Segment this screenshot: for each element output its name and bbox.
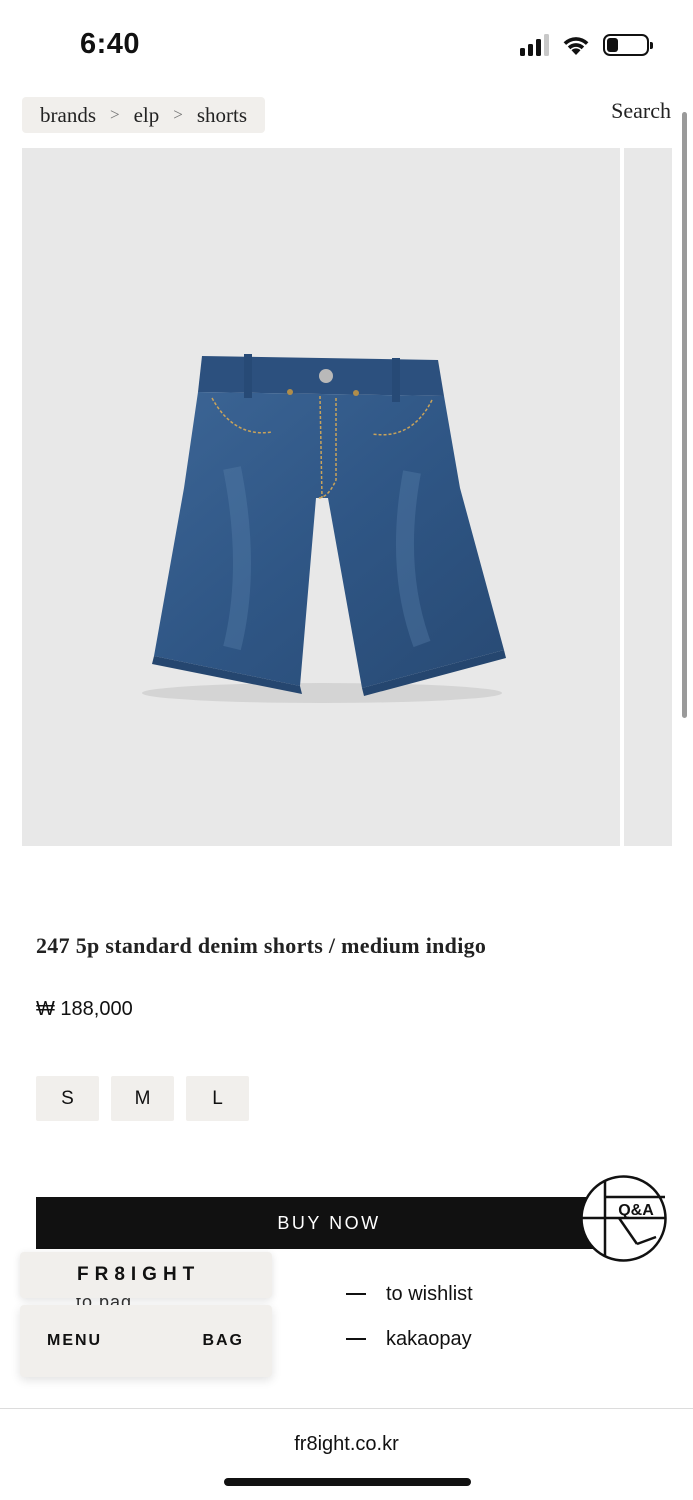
wishlist-label: to wishlist [386,1282,473,1305]
cellular-signal-icon [520,34,549,56]
status-time: 6:40 [80,28,141,60]
size-option-m[interactable]: M [111,1076,174,1121]
menu-button[interactable]: MENU [47,1332,102,1350]
buy-now-button[interactable]: BUY NOW [36,1197,622,1249]
breadcrumb-separator: > [173,105,183,124]
dash-icon [346,1338,366,1340]
size-option-l[interactable]: L [186,1076,249,1121]
home-indicator[interactable] [224,1478,471,1486]
floating-nav: MENU BAG [20,1305,272,1377]
status-icons [520,34,653,56]
breadcrumb-elp[interactable]: elp [134,103,160,128]
breadcrumb-shorts[interactable]: shorts [197,103,247,128]
scroll-indicator [682,112,687,718]
dash-icon [346,1293,366,1295]
battery-icon [603,34,653,56]
product-title: 247 5p standard denim shorts / medium in… [36,933,487,958]
search-link[interactable]: Search [611,98,671,124]
product-price: ₩ 188,000 [36,998,133,1020]
brand-logo-card[interactable]: FR8IGHT [20,1252,272,1298]
kakaopay-label: kakaopay [386,1327,472,1350]
size-selector: S M L [36,1076,249,1121]
breadcrumb: brands > elp > shorts [22,97,266,133]
qa-badge-label: Q&A [618,1202,654,1219]
kakaopay-link[interactable]: kakaopay [346,1325,473,1353]
wifi-icon [563,37,589,55]
size-option-s[interactable]: S [36,1076,99,1121]
next-image-preview[interactable] [624,148,672,846]
secondary-actions: to wishlist kakaopay [346,1280,473,1370]
product-image-gallery[interactable] [22,148,620,846]
brand-logo: FR8IGHT [77,1264,201,1285]
breadcrumb-brands[interactable]: brands [40,103,96,128]
qa-button[interactable]: Q&A [579,1174,668,1263]
browser-url-bar: fr8ight.co.kr [0,1408,693,1500]
url-text[interactable]: fr8ight.co.kr [0,1433,693,1456]
breadcrumb-separator: > [110,105,120,124]
denim-shorts-image [142,354,506,703]
bag-button[interactable]: BAG [202,1332,244,1350]
wishlist-link[interactable]: to wishlist [346,1280,473,1308]
